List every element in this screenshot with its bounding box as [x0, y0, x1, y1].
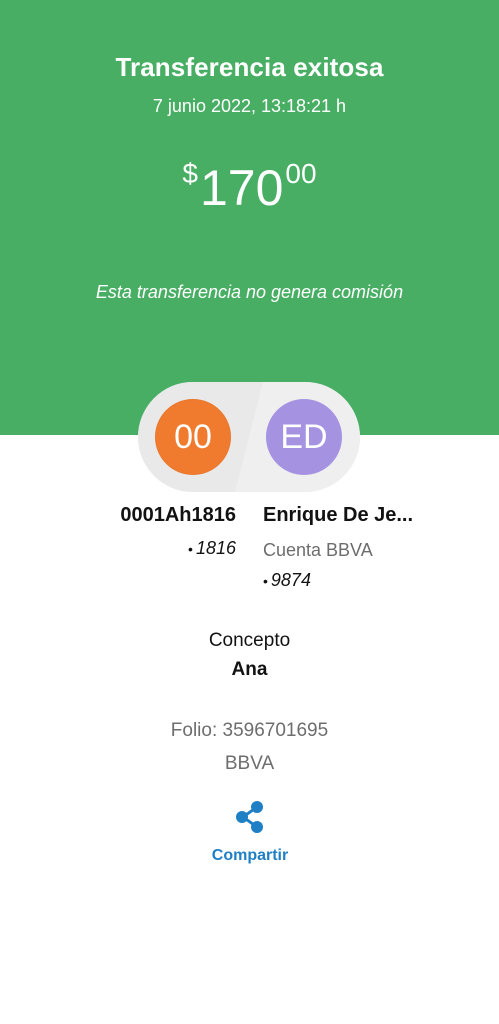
destination-name: Enrique De Je... — [263, 504, 414, 526]
origin-avatar: 00 — [155, 399, 231, 475]
concept-value: Ana — [231, 659, 268, 680]
destination-account-bullet: • — [263, 573, 268, 589]
success-header: Transferencia exitosa 7 junio 2022, 13:1… — [0, 0, 499, 435]
folio-number: Folio: 3596701695 — [170, 720, 329, 741]
destination-account-digits: 9874 — [270, 570, 311, 590]
page-title: Transferencia exitosa — [115, 52, 384, 82]
origin-account-number: • 1816 — [0, 538, 236, 559]
destination-bank: Cuenta BBVA — [263, 540, 373, 560]
share-label: Compartir — [211, 847, 289, 864]
transfer-amount: $17000 — [0, 158, 499, 216]
origin-account-bullet: • — [188, 541, 193, 557]
origin-account-name: 0001Ah1816 — [120, 504, 236, 526]
destination-avatar: ED — [266, 399, 342, 475]
origin-account-digits: 1816 — [195, 538, 236, 558]
destination-account-number: • 9874 — [263, 570, 311, 591]
concept-label: Concepto — [208, 630, 291, 651]
amount-decimals: 00 — [285, 158, 317, 189]
amount-currency: $ — [182, 158, 198, 189]
participants-pill: 00 ED — [138, 382, 360, 492]
transfer-datetime: 7 junio 2022, 13:18:21 h — [152, 96, 347, 116]
amount-integer: 170 — [199, 160, 284, 216]
share-icon — [236, 801, 263, 833]
commission-note: Esta transferencia no genera comisión — [95, 282, 404, 302]
share-button[interactable]: Compartir — [200, 798, 300, 872]
bank-name: BBVA — [224, 753, 275, 774]
